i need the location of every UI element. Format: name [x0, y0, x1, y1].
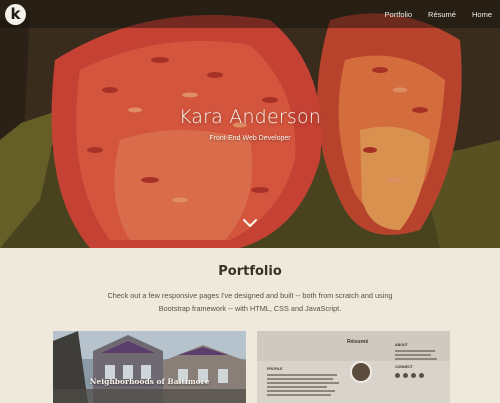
resume-text-line	[267, 390, 335, 392]
hero-section: k Portfolio Résumé Home Kara Anderson Fr…	[0, 0, 500, 248]
portfolio-description: Check out a few responsive pages I've de…	[107, 291, 393, 313]
resume-text-line	[267, 386, 327, 388]
email-icon	[419, 373, 424, 378]
linkedin-icon	[403, 373, 408, 378]
hero-tagline: Front-End Web Developer	[209, 135, 291, 142]
resume-thumbnail-title: Résumé	[347, 339, 369, 345]
baltimore-thumbnail-image	[53, 331, 246, 403]
resume-label-connect: CONNECT	[395, 365, 413, 369]
nav-link-home[interactable]: Home	[472, 10, 492, 19]
logo[interactable]: k	[5, 4, 26, 25]
github-icon	[395, 373, 400, 378]
nav-links: Portfolio Résumé Home	[385, 0, 492, 28]
resume-text-line	[395, 354, 431, 356]
avatar	[350, 361, 372, 383]
resume-text-line	[267, 374, 337, 376]
card-caption-baltimore: Neighborhoods of Baltimore	[89, 377, 210, 386]
resume-thumbnail-header	[257, 331, 450, 361]
chevron-down-icon[interactable]	[243, 218, 257, 228]
twitter-icon	[411, 373, 416, 378]
nav-link-resume[interactable]: Résumé	[428, 10, 456, 19]
nav-link-portfolio[interactable]: Portfolio	[385, 10, 413, 19]
resume-label-about: ABOUT	[395, 343, 408, 347]
resume-text-line	[267, 394, 331, 396]
resume-text-line	[267, 378, 333, 380]
resume-label-profile: PROFILE	[267, 367, 283, 371]
hero-name: Kara Anderson	[178, 106, 322, 128]
portfolio-card-baltimore[interactable]: Neighborhoods of Baltimore	[53, 331, 246, 403]
portfolio-card-resume[interactable]: Résumé PROFILE ABOUT CONNECT	[257, 331, 450, 403]
resume-text-line	[267, 382, 339, 384]
top-navbar: k Portfolio Résumé Home	[0, 0, 500, 28]
portfolio-heading: Portfolio	[218, 264, 282, 279]
resume-text-line	[395, 358, 437, 360]
resume-text-line	[395, 350, 435, 352]
